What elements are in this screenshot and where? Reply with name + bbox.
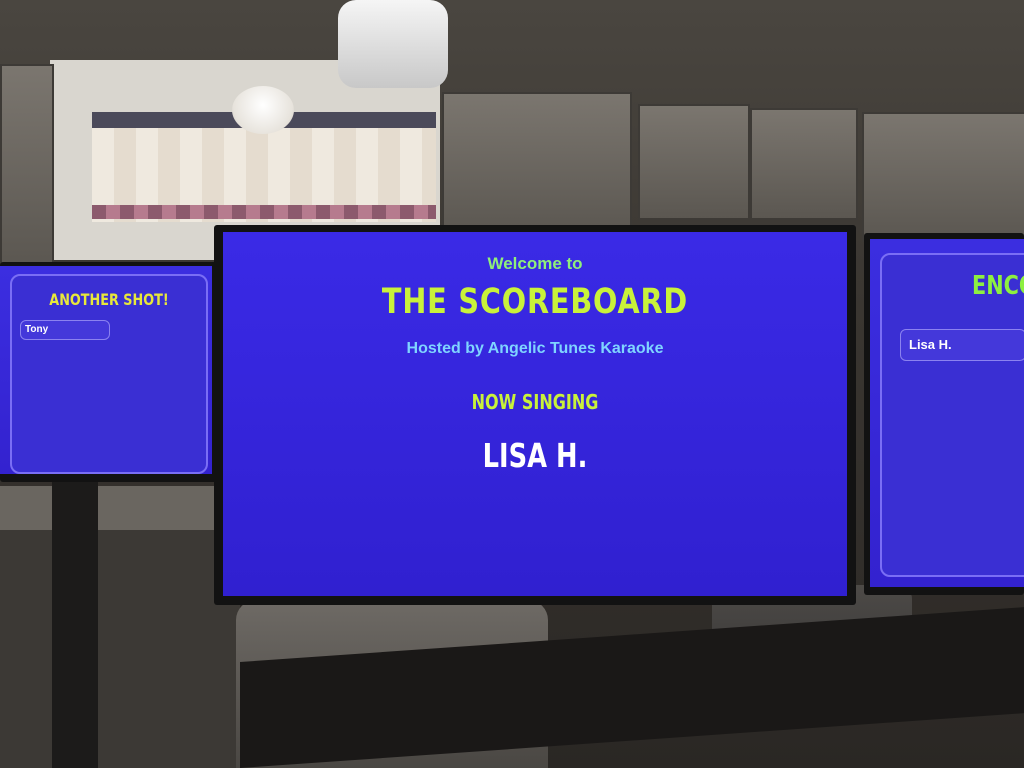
tv-left: ANOTHER SHOT! Tony [0, 262, 218, 482]
host-text: Hosted by Angelic Tunes Karaoke [406, 340, 664, 357]
name-entry: Tony [20, 320, 110, 340]
welcome-text: Welcome to [487, 254, 583, 273]
lower-cabinet [0, 530, 240, 768]
tv-main-screen: Welcome to THE SCOREBOARD Hosted by Ange… [223, 232, 847, 596]
queue-card: ANOTHER SHOT! Tony [10, 274, 208, 474]
queue-card: Lisa H. [880, 253, 1024, 577]
cabinet-1 [442, 92, 632, 236]
curtain-trim-bottom [92, 205, 436, 219]
card-heading: ENCO [972, 271, 1024, 301]
counter [0, 486, 230, 530]
power-outlet-cube [338, 0, 448, 88]
current-singer: LISA H. [482, 436, 588, 475]
now-singing-label: NOW SINGING [471, 390, 599, 414]
tv-left-screen: ANOTHER SHOT! Tony [0, 266, 212, 474]
tv-right-screen: Lisa H. ENCO [870, 239, 1024, 587]
tv-stand-pole [52, 482, 98, 768]
cabinet-3 [750, 108, 858, 220]
name-entry: Lisa H. [900, 329, 1024, 361]
cabinet-2 [638, 104, 750, 220]
cabinet-left [0, 64, 54, 268]
cabinet-4 [862, 112, 1024, 242]
tv-main: Welcome to THE SCOREBOARD Hosted by Ange… [214, 225, 856, 605]
ceiling-light [232, 86, 294, 134]
card-heading: ANOTHER SHOT! [49, 290, 169, 309]
scoreboard-title: THE SCOREBOARD [381, 282, 689, 322]
tv-right: Lisa H. ENCO [864, 233, 1024, 595]
